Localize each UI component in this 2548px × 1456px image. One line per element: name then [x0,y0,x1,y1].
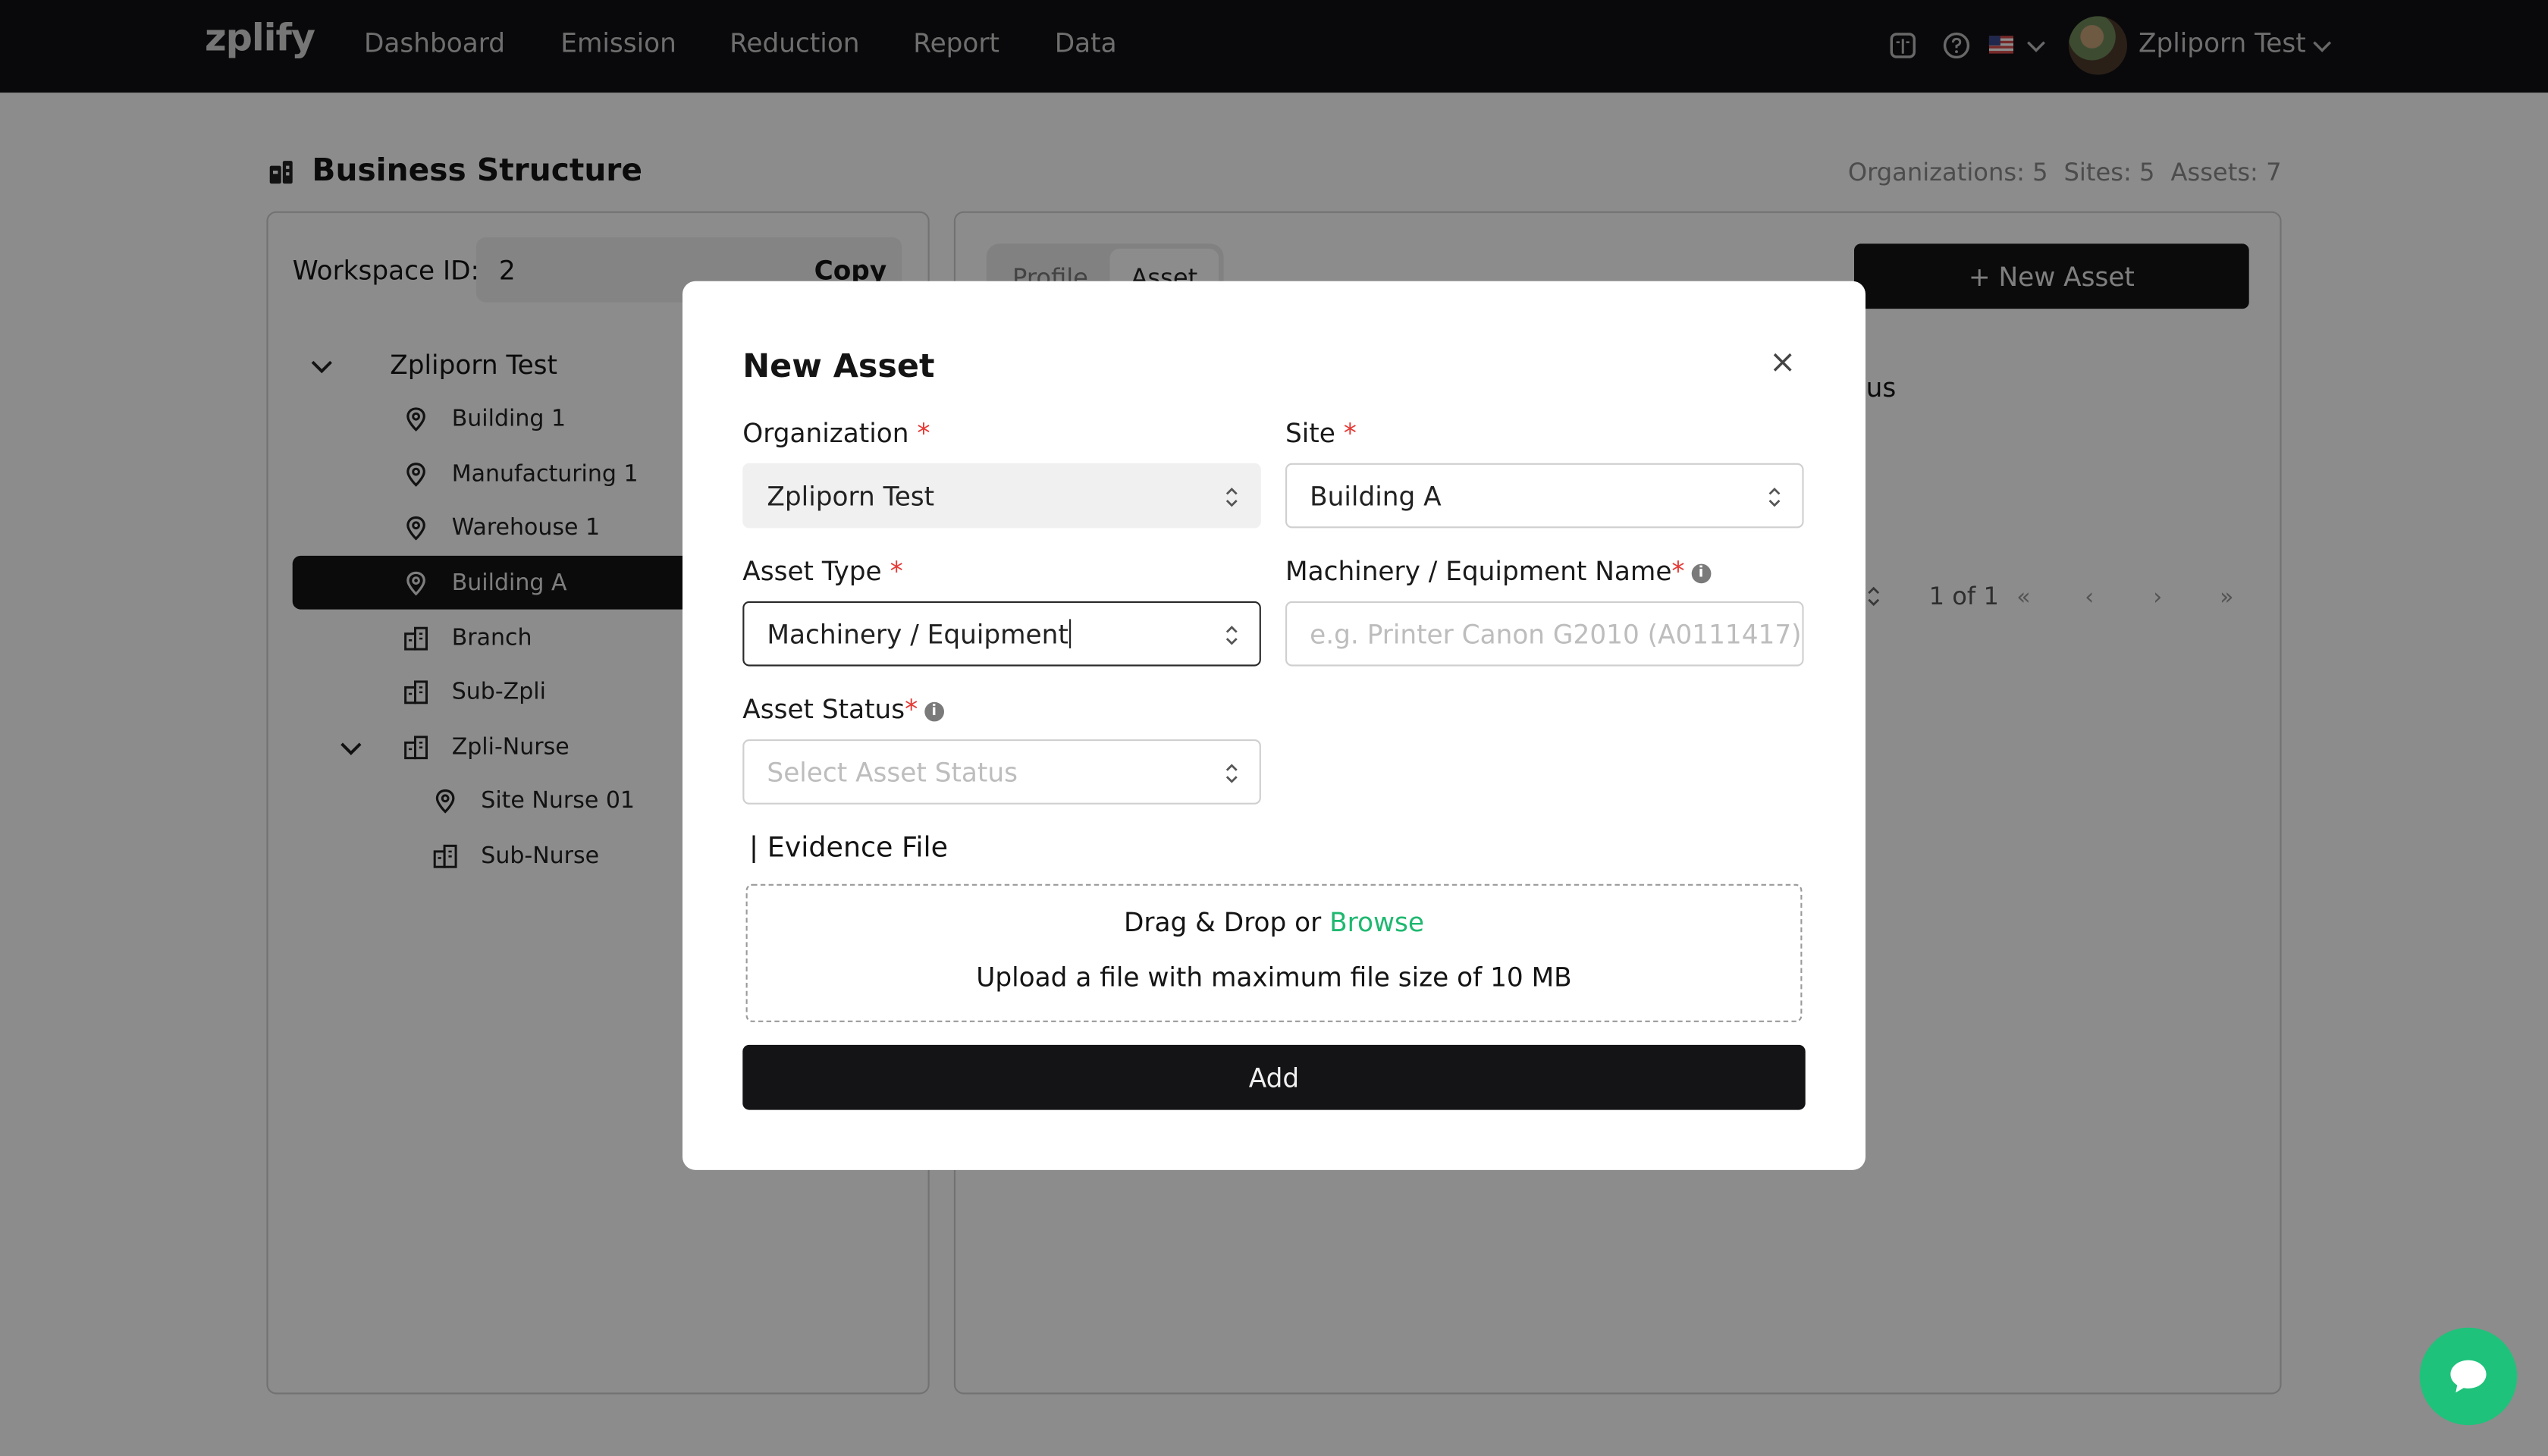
updown-chevron-icon [1225,626,1238,645]
chat-button[interactable] [2419,1327,2518,1426]
file-dropzone[interactable] [745,883,1803,1022]
asset-type-select[interactable]: Machinery / Equipment [742,601,1261,667]
site-label: Site * [1285,417,1357,449]
dropzone-text: Drag & Drop or Browse [1123,906,1425,938]
updown-chevron-icon [1768,488,1781,507]
add-button[interactable]: Add [742,1044,1806,1110]
machinery-name-input[interactable]: e.g. Printer Canon G2010 (A0111417) [1285,601,1804,667]
info-icon[interactable]: i [924,701,944,721]
modal-title: New Asset [742,346,935,385]
asset-status-label: Asset Status* i [742,694,944,725]
close-icon[interactable] [1770,350,1796,375]
site-select[interactable]: Building A [1285,463,1804,529]
text-cursor [1069,619,1072,648]
updown-chevron-icon [1225,764,1238,783]
organization-label: Organization * [742,417,930,449]
machinery-name-label: Machinery / Equipment Name* i [1285,556,1711,587]
file-size-limit-text: Upload a file with maximum file size of … [976,962,1572,993]
organization-select[interactable]: Zpliporn Test [742,463,1261,529]
updown-chevron-icon [1225,488,1238,507]
evidence-file-heading: | Evidence File [748,832,949,864]
asset-type-label: Asset Type * [742,555,903,587]
browse-link[interactable]: Browse [1329,907,1424,938]
info-icon[interactable]: i [1691,563,1711,583]
new-asset-modal [682,281,1866,1170]
asset-status-select[interactable]: Select Asset Status [742,739,1261,805]
chat-bubble-icon [2450,1360,2487,1393]
